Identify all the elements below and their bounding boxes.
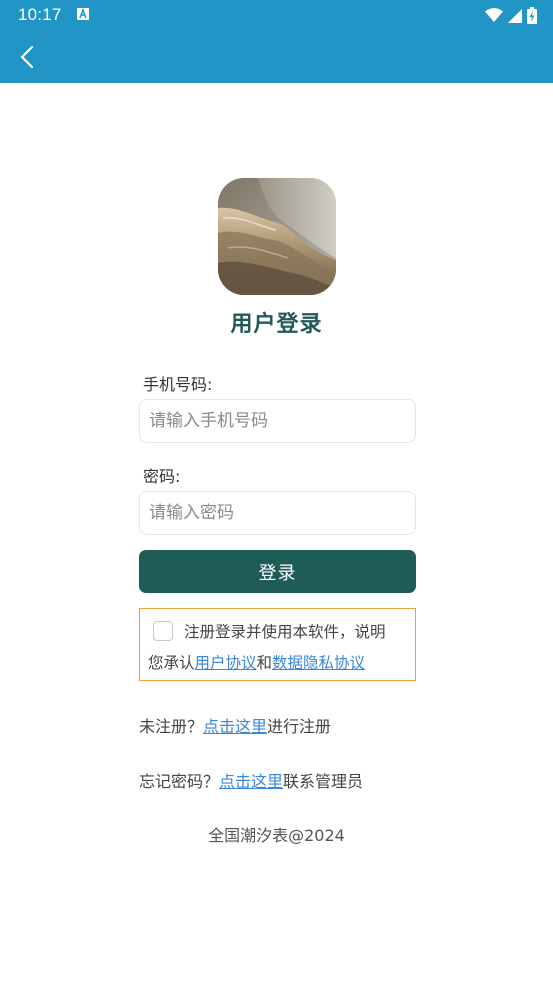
status-icons: [485, 6, 537, 24]
privacy-agreement-link[interactable]: 数据隐私协议: [272, 654, 365, 672]
forgot-password-line: 忘记密码？点击这里联系管理员: [139, 768, 363, 792]
forgot-password-link[interactable]: 点击这里: [219, 772, 283, 791]
user-agreement-link[interactable]: 用户协议: [195, 654, 257, 672]
cell-signal-icon: [508, 8, 522, 23]
back-button[interactable]: [10, 40, 44, 74]
forgot-prefix: 忘记密码？: [139, 772, 220, 791]
agreement-box: 注册登录并使用本软件，说明 您承认用户协议和数据隐私协议: [139, 608, 416, 681]
register-link[interactable]: 点击这里: [203, 717, 267, 736]
forgot-suffix: 联系管理员: [283, 772, 364, 791]
page-title: 用户登录: [230, 312, 323, 337]
register-line: 未注册？点击这里进行注册: [139, 713, 331, 737]
app-logo: [218, 178, 336, 295]
status-time: 10:17: [18, 5, 62, 24]
agreement-text-line1: 注册登录并使用本软件，说明: [184, 623, 386, 641]
agreement-text-line2: 您承认用户协议和数据隐私协议: [148, 651, 365, 673]
register-suffix: 进行注册: [267, 717, 332, 736]
phone-input[interactable]: [139, 399, 416, 443]
wifi-icon: [485, 7, 503, 22]
notification-a-icon: [77, 8, 89, 20]
agreement-conjunction: 和: [256, 654, 273, 672]
login-button[interactable]: 登录: [139, 550, 416, 593]
status-bar: 10:17: [0, 0, 553, 30]
agree-checkbox[interactable]: [153, 621, 173, 641]
agreement-prefix: 您承认: [148, 654, 195, 672]
battery-charging-icon: [527, 6, 537, 24]
password-label: 密码:: [143, 467, 181, 486]
phone-label: 手机号码:: [143, 375, 213, 394]
password-input[interactable]: [139, 491, 416, 535]
app-bar: [0, 30, 553, 83]
copyright-footer: 全国潮汐表@2024: [208, 826, 345, 845]
chevron-left-icon: [20, 45, 34, 69]
register-prefix: 未注册？: [139, 717, 204, 736]
